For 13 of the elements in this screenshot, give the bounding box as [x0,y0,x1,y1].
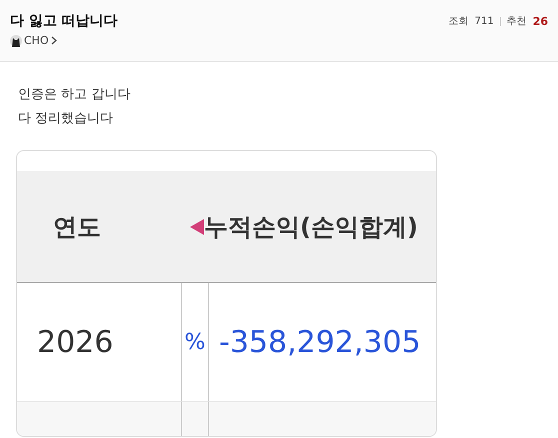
likes-label: 추천 [506,15,527,28]
views-count: 711 [474,16,494,26]
triangle-icon [190,218,204,234]
author-name[interactable]: CHO [24,34,49,47]
likes-count: 26 [532,14,548,28]
views-label: 조회 [448,15,469,28]
column-header: 누적손익(손익합계) [204,212,418,242]
post-text: 인증은 하고 갑니다 [18,86,132,104]
post-text: 다 정리했습니다 [18,110,114,128]
avatar-icon [10,34,22,46]
column-header: 연도 [53,212,101,242]
chevron-icon [50,36,57,45]
post-title: 다 잃고 떠납니다 [10,12,118,30]
